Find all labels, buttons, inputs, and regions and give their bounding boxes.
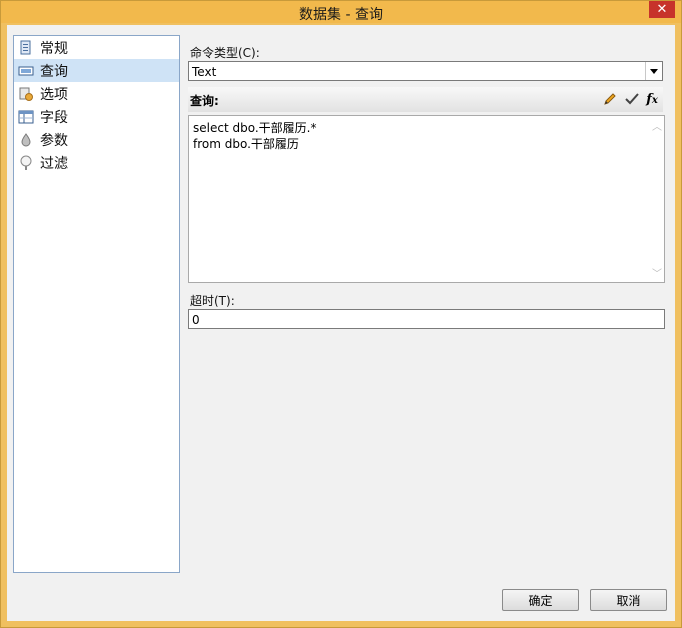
nav-item-fields[interactable]: 字段 bbox=[14, 105, 179, 128]
parameters-icon bbox=[21, 132, 31, 146]
scroll-up-icon[interactable]: ︿ bbox=[652, 118, 662, 133]
editor-scrollbar[interactable]: ︿ ﹀ bbox=[648, 116, 664, 282]
command-type-label: 命令类型(C): bbox=[190, 46, 260, 60]
nav-item-label: 查询 bbox=[40, 63, 68, 80]
check-icon[interactable] bbox=[623, 91, 641, 109]
nav-item-options[interactable]: 选项 bbox=[14, 82, 179, 105]
options-icon bbox=[19, 87, 33, 101]
query-editor[interactable]: select dbo.干部履历.* from dbo.干部履历 ︿ ﹀ bbox=[188, 115, 665, 283]
cancel-button[interactable]: 取消 bbox=[590, 589, 667, 611]
nav-item-filter[interactable]: 过滤 bbox=[14, 151, 179, 174]
nav-item-label: 过滤 bbox=[40, 155, 68, 172]
nav-item-label: 参数 bbox=[40, 132, 68, 149]
nav-item-parameters[interactable]: 参数 bbox=[14, 128, 179, 151]
nav-item-query[interactable]: 查询 bbox=[14, 59, 179, 82]
chevron-down-icon[interactable] bbox=[645, 62, 662, 80]
command-type-select[interactable]: Text bbox=[188, 61, 663, 81]
dialog-window: 数据集 - 查询 ✕ 常规 查询 选项 字段 参数 过滤 命令类型(C): Te… bbox=[0, 0, 682, 628]
close-button[interactable]: ✕ bbox=[649, 1, 675, 18]
query-icon bbox=[18, 66, 34, 75]
filter-icon bbox=[20, 155, 32, 170]
title-bar[interactable]: 数据集 - 查询 ✕ bbox=[1, 1, 681, 23]
query-label: 查询: bbox=[190, 94, 219, 108]
pencil-icon[interactable] bbox=[601, 91, 619, 109]
general-icon bbox=[20, 40, 31, 54]
nav-item-general[interactable]: 常规 bbox=[14, 36, 179, 59]
scroll-down-icon[interactable]: ﹀ bbox=[652, 265, 662, 280]
nav-item-label: 常规 bbox=[40, 40, 68, 57]
query-toolbar: 查询: fx bbox=[188, 87, 663, 112]
ok-button[interactable]: 确定 bbox=[502, 589, 579, 611]
command-type-value: Text bbox=[192, 65, 217, 79]
timeout-input[interactable]: 0 bbox=[188, 309, 665, 329]
nav-item-label: 选项 bbox=[40, 86, 68, 103]
fields-icon bbox=[18, 110, 34, 123]
fx-icon[interactable]: fx bbox=[643, 91, 661, 109]
timeout-value: 0 bbox=[192, 313, 200, 327]
nav-list: 常规 查询 选项 字段 参数 过滤 bbox=[13, 35, 180, 573]
nav-item-label: 字段 bbox=[40, 109, 68, 126]
query-text[interactable]: select dbo.干部履历.* from dbo.干部履历 bbox=[193, 120, 316, 152]
window-title: 数据集 - 查询 bbox=[299, 7, 383, 23]
dialog-client: 常规 查询 选项 字段 参数 过滤 命令类型(C): Text 查询: fx s… bbox=[7, 25, 675, 621]
timeout-label: 超时(T): bbox=[190, 294, 235, 308]
